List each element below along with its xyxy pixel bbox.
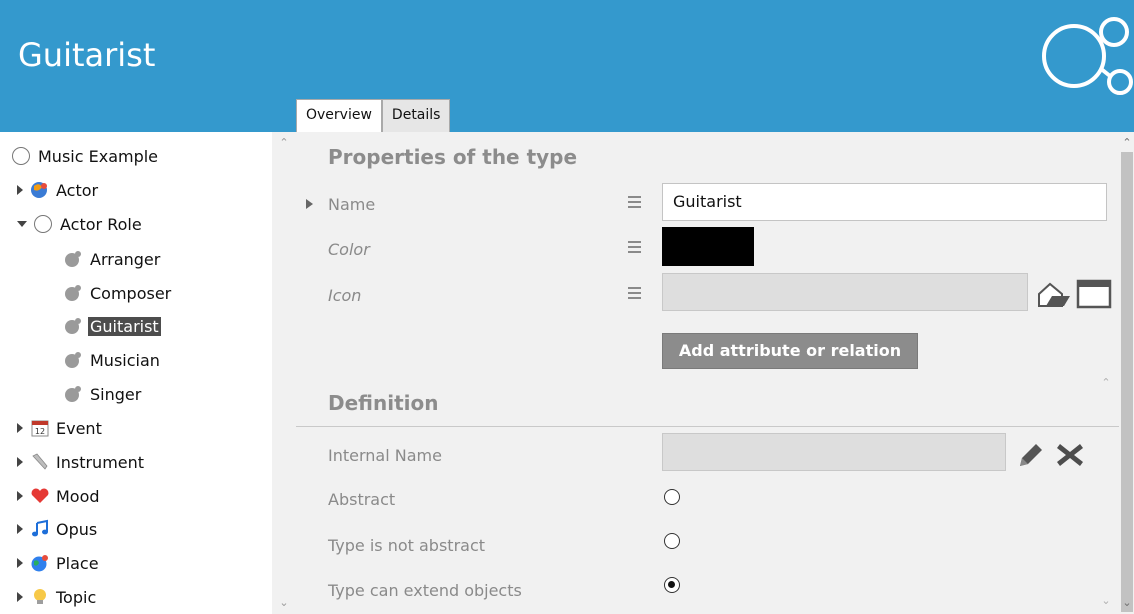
leaf-node-icon [65,352,81,368]
pencil-icon[interactable] [1016,440,1046,470]
actor-icon [31,182,47,198]
tab-bar: Overview Details [296,99,451,133]
tree-item-musician[interactable]: Musician [64,347,160,373]
name-label: Name [328,195,376,214]
color-label: Color [328,240,370,259]
globe-icon [31,555,48,572]
tree-item-topic[interactable]: Topic [17,584,96,610]
music-note-icon [32,519,48,537]
leaf-node-icon [65,285,81,301]
expand-arrow-icon[interactable] [17,423,23,433]
section-divider [296,426,1119,427]
tree-item-actor-role[interactable]: Actor Role [17,211,142,237]
folder-icon[interactable] [1036,280,1074,308]
tree-item-actor[interactable]: Actor [17,177,98,203]
app-header: Guitarist [0,0,1134,132]
expand-arrow-icon[interactable] [17,592,23,602]
option-label-not-abstract: Type is not abstract [328,536,486,555]
tab-overview[interactable]: Overview [296,99,382,133]
tree-item-composer[interactable]: Composer [64,280,171,306]
scroll-down-icon[interactable]: ⌄ [1098,594,1114,607]
tree-item-mood[interactable]: Mood [17,483,100,509]
leaf-node-icon [65,318,81,334]
close-icon[interactable] [1054,440,1086,470]
wrench-icon [32,453,48,470]
scrollbar-thumb[interactable] [1121,152,1133,612]
scroll-down-icon[interactable]: ⌄ [1121,596,1133,609]
tree-item-event[interactable]: 12 Event [17,415,102,441]
hamburger-menu-icon[interactable] [628,241,641,253]
option-label-extend-objects: Type can extend objects [328,581,522,600]
scroll-up-icon[interactable]: ⌃ [1098,376,1114,389]
expand-arrow-icon[interactable] [17,558,23,568]
add-attribute-button[interactable]: Add attribute or relation [662,333,918,369]
tree-item-singer[interactable]: Singer [64,381,141,407]
graph-nodes-icon [1042,17,1133,95]
tree-item-place[interactable]: Place [17,550,99,576]
expand-arrow-icon[interactable] [17,524,23,534]
properties-section-title: Properties of the type [328,145,578,169]
hamburger-menu-icon[interactable] [628,287,641,299]
color-swatch[interactable] [662,227,754,266]
icon-label: Icon [328,286,362,305]
heart-icon [31,488,49,503]
hamburger-menu-icon[interactable] [628,196,641,208]
name-field[interactable]: Guitarist [662,183,1107,221]
window-icon[interactable] [1076,279,1112,309]
calendar-icon: 12 [31,420,49,437]
tree-item-instrument[interactable]: Instrument [17,449,144,475]
extend-objects-radio[interactable] [664,577,680,593]
svg-text:12: 12 [35,427,45,436]
internal-name-field[interactable] [662,433,1006,471]
tab-details[interactable]: Details [381,99,451,132]
scroll-down-icon[interactable]: ⌄ [272,596,296,609]
expand-arrow-icon[interactable] [17,491,23,501]
expand-arrow-icon[interactable] [17,457,23,467]
internal-name-label: Internal Name [328,446,442,465]
page-title: Guitarist [18,36,156,74]
circle-icon [12,147,30,165]
collapse-arrow-icon[interactable] [17,221,27,227]
scroll-up-icon[interactable]: ⌃ [1121,136,1133,149]
circle-icon [34,215,52,233]
tree-root[interactable]: Music Example [12,143,158,169]
abstract-radio[interactable] [664,489,680,505]
scroll-up-icon[interactable]: ⌃ [272,136,296,149]
icon-field[interactable] [662,273,1028,311]
lightbulb-icon [34,589,46,604]
tree-item-guitarist[interactable]: Guitarist [64,313,161,339]
expand-arrow-icon[interactable] [306,199,313,209]
definition-section-title: Definition [328,391,439,415]
sidebar-scrollbar[interactable] [272,132,296,614]
tree-item-opus[interactable]: Opus [17,516,97,542]
not-abstract-radio[interactable] [664,533,680,549]
tree-item-arranger[interactable]: Arranger [64,246,160,272]
leaf-node-icon [65,386,81,402]
type-tree: Music Example Actor Actor Role Arranger … [0,132,272,614]
leaf-node-icon [65,251,81,267]
expand-arrow-icon[interactable] [17,185,23,195]
option-label-abstract: Abstract [328,490,396,509]
